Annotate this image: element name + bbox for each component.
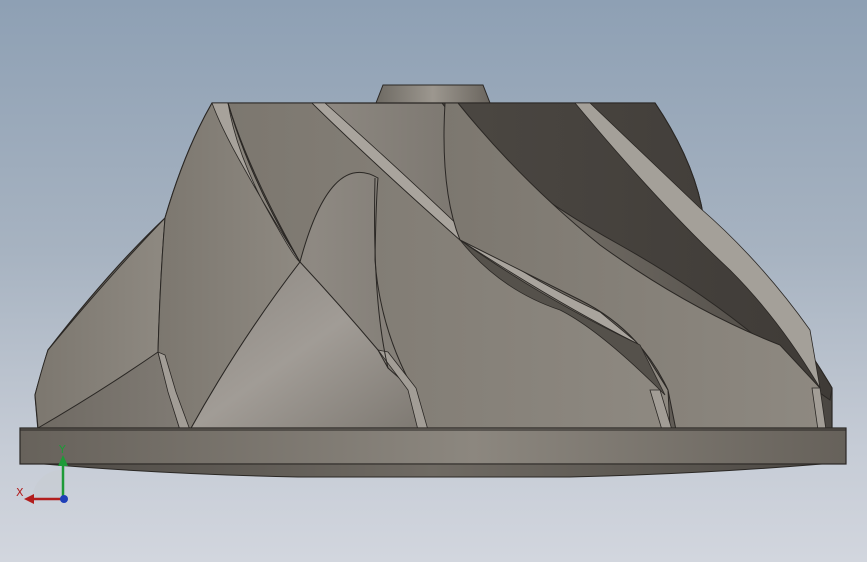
triad-plane (32, 470, 62, 500)
graphics-viewport[interactable]: Y X (0, 0, 867, 562)
triad-y-label: Y (59, 443, 66, 456)
coordinate-triad (24, 455, 68, 504)
triad-x-label: X (16, 486, 24, 499)
triad-x-arrowhead (24, 494, 34, 504)
triad-z-axis (60, 495, 68, 503)
triad-y-arrowhead (58, 455, 68, 466)
